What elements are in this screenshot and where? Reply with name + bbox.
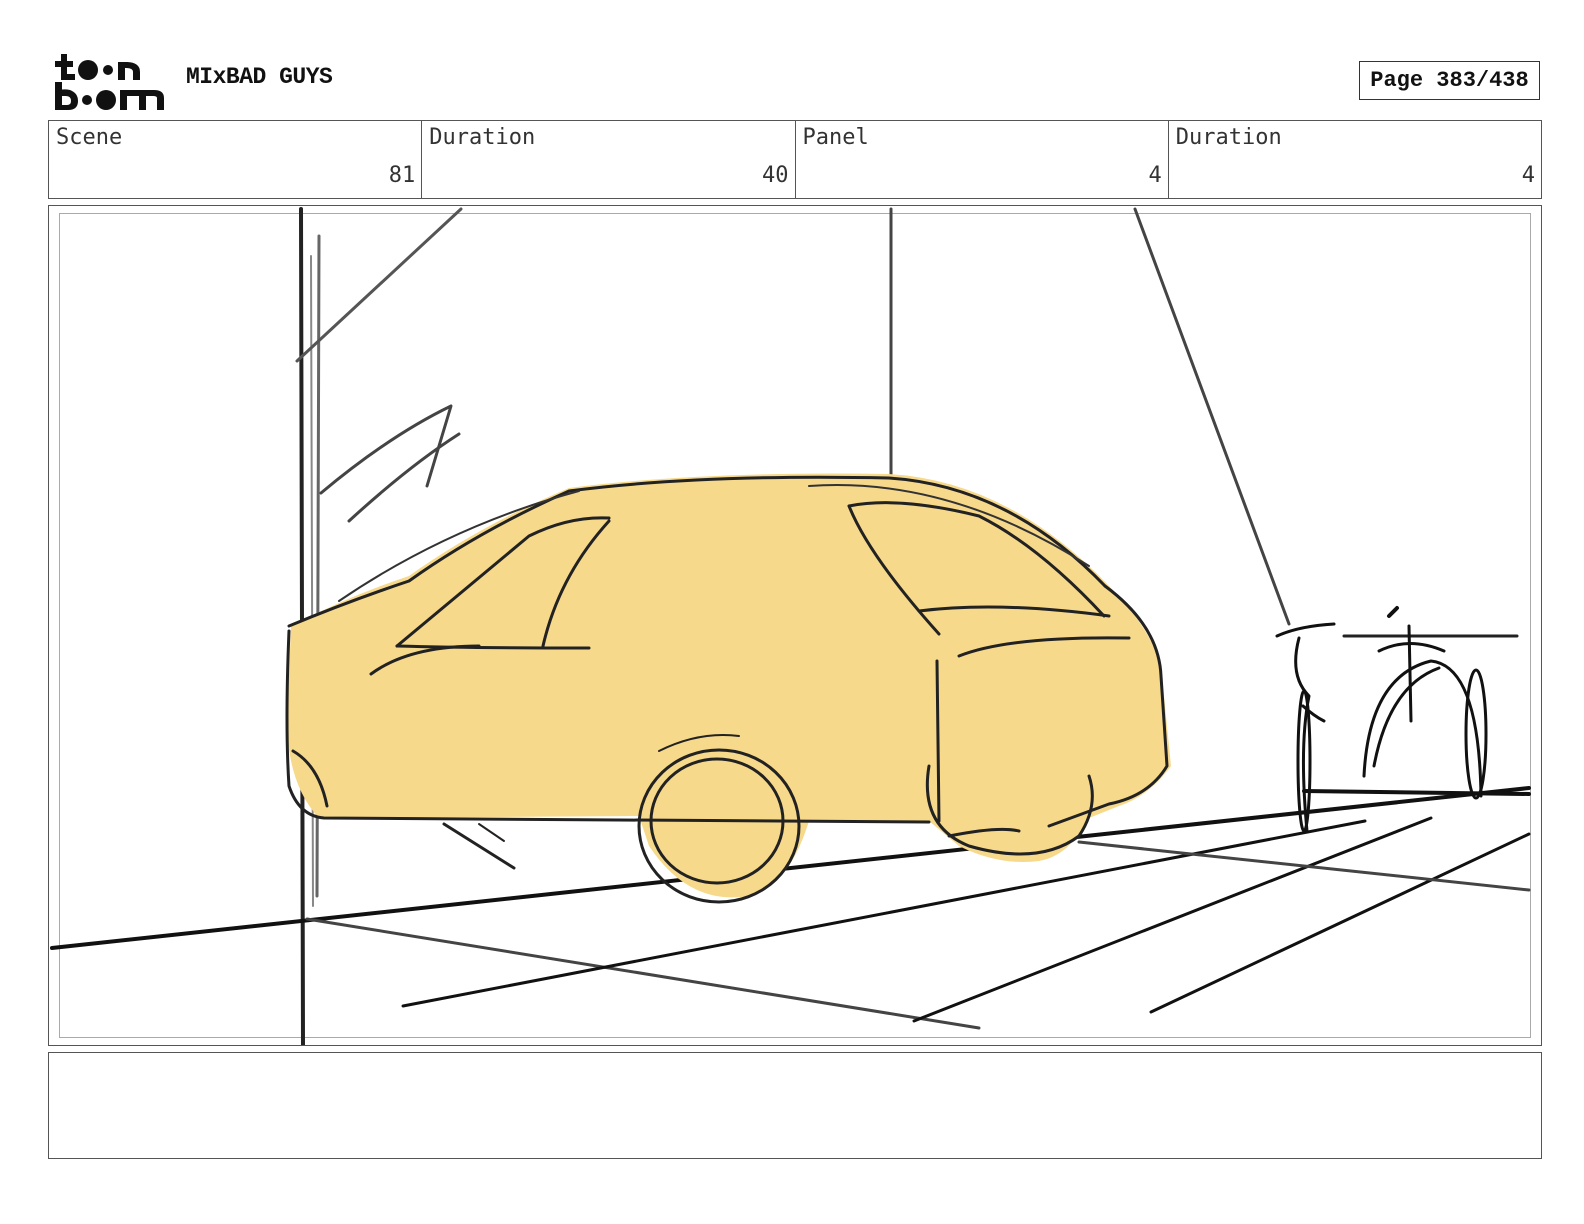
toon-boom-logo [50, 50, 168, 112]
scene-info-table: Scene 81 Duration 40 Panel 4 Duration 4 [48, 120, 1542, 199]
scene-cell: Scene 81 [49, 121, 423, 198]
scene-label: Scene [56, 125, 123, 150]
panel-label: Panel [802, 125, 869, 150]
scene-duration-cell: Duration 40 [422, 121, 796, 198]
panel-duration-label: Duration [1175, 125, 1282, 150]
panel-value: 4 [1148, 163, 1162, 188]
page-indicator: Page 383/438 [1359, 61, 1540, 100]
panel-notes-box [48, 1052, 1542, 1159]
storyboard-panel [48, 205, 1542, 1046]
panel-sketch [50, 207, 1531, 1045]
panel-duration-value: 4 [1521, 163, 1535, 188]
panel-cell: Panel 4 [796, 121, 1169, 198]
scene-value: 81 [388, 163, 416, 188]
scene-duration-value: 40 [762, 163, 789, 188]
panel-duration-cell: Duration 4 [1169, 121, 1541, 198]
scene-duration-label: Duration [429, 125, 536, 150]
project-title: MIxBAD GUYS [186, 64, 333, 90]
